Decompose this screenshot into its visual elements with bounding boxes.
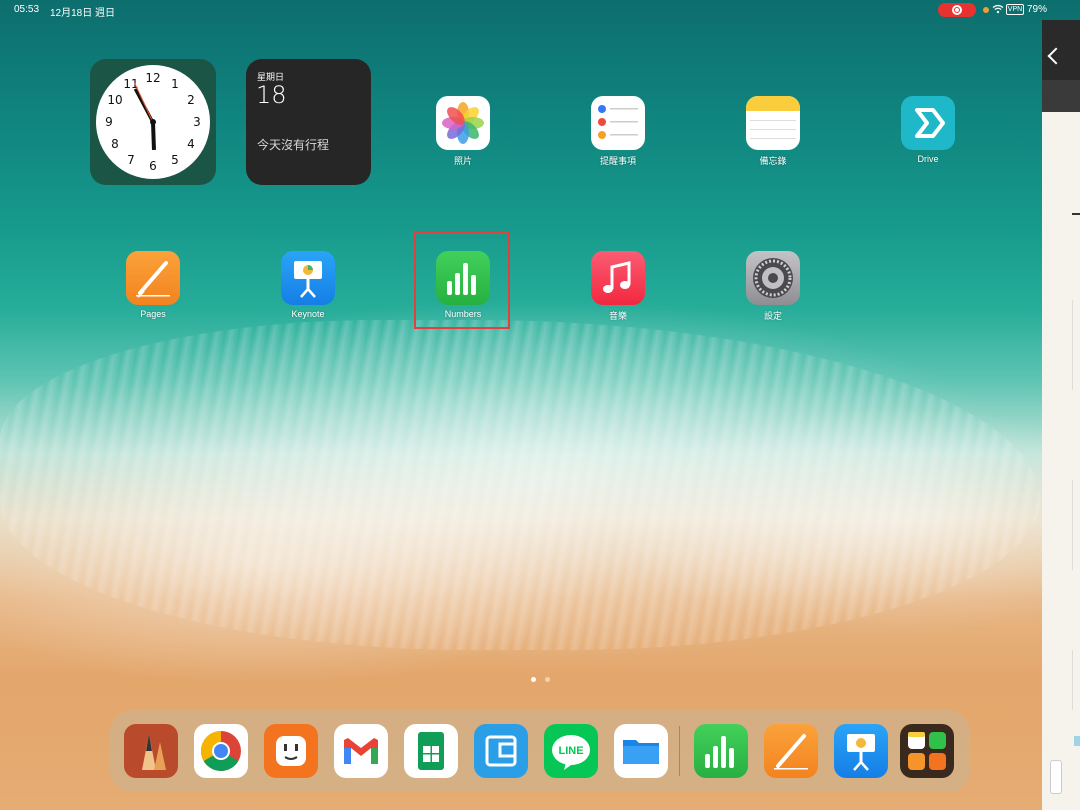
app-notes[interactable]: 備忘錄 bbox=[733, 96, 813, 176]
calendar-day: 18 bbox=[256, 81, 287, 109]
app-settings[interactable]: 設定 bbox=[733, 251, 813, 331]
clock-number: 8 bbox=[111, 137, 119, 151]
highlight-box bbox=[414, 231, 510, 329]
app-pages[interactable]: Pages bbox=[113, 251, 193, 331]
dock: LINE bbox=[110, 710, 970, 792]
clock-face: 12 1 2 3 4 5 6 7 8 9 10 11 bbox=[96, 65, 210, 179]
calendar-events: 今天沒有行程 bbox=[257, 138, 330, 152]
numbers-icon[interactable] bbox=[694, 724, 748, 778]
clock-second-hand bbox=[133, 81, 154, 123]
slide-over-panel[interactable] bbox=[1042, 20, 1080, 810]
clock-number: 3 bbox=[193, 115, 201, 129]
clock-number: 4 bbox=[187, 137, 195, 151]
page-dot[interactable] bbox=[545, 677, 550, 682]
app-label: 音樂 bbox=[608, 311, 627, 321]
clock-widget[interactable]: 12 1 2 3 4 5 6 7 8 9 10 11 bbox=[90, 59, 216, 185]
status-date: 12月18日 週日 bbox=[50, 8, 116, 19]
clock-number: 10 bbox=[107, 93, 123, 107]
outlet-icon[interactable] bbox=[264, 724, 318, 778]
wifi-icon bbox=[992, 4, 1004, 14]
slide-over-header bbox=[1042, 20, 1080, 80]
app-keynote[interactable]: Keynote bbox=[268, 251, 348, 331]
reminders-icon bbox=[591, 96, 645, 150]
sketch-pencil-icon[interactable] bbox=[124, 724, 178, 778]
clock-number: 1 bbox=[171, 77, 179, 91]
app-drive[interactable]: Drive bbox=[888, 96, 968, 176]
line-logo-text: LINE bbox=[558, 745, 583, 757]
slide-over-toolbar bbox=[1042, 80, 1080, 112]
clock-hour-hand bbox=[151, 121, 156, 151]
slide-over-column-line bbox=[1072, 650, 1080, 710]
app-label: Drive bbox=[917, 154, 939, 164]
photos-icon bbox=[436, 96, 490, 150]
slide-over-divider bbox=[1072, 213, 1080, 215]
dock-divider bbox=[679, 726, 680, 776]
status-time: 05:53 bbox=[14, 4, 40, 15]
pages-icon bbox=[126, 251, 180, 305]
app-label: Pages bbox=[140, 309, 166, 319]
app-label: 照片 bbox=[453, 156, 472, 166]
slide-over-tag bbox=[1074, 736, 1080, 746]
keynote-icon bbox=[281, 251, 335, 305]
slide-over-handle[interactable] bbox=[1050, 760, 1062, 794]
pages-icon[interactable] bbox=[764, 724, 818, 778]
app-label: Keynote bbox=[291, 309, 325, 319]
chrome-icon[interactable] bbox=[194, 724, 248, 778]
screen-recording-indicator[interactable] bbox=[938, 3, 976, 17]
clock-number: 6 bbox=[149, 159, 157, 173]
microphone-indicator-icon bbox=[983, 7, 989, 13]
clock-number: 7 bbox=[127, 153, 135, 167]
app-label: 提醒事項 bbox=[599, 156, 636, 166]
app-reminders[interactable]: 提醒事項 bbox=[578, 96, 658, 176]
keynote-icon[interactable] bbox=[834, 724, 888, 778]
clock-number: 9 bbox=[105, 115, 113, 129]
page-dot-active[interactable] bbox=[531, 677, 536, 682]
battery-percentage: 79% bbox=[1027, 4, 1048, 15]
vpn-badge: VPN bbox=[1006, 4, 1024, 15]
status-bar: 05:53 12月18日 週日 VPN 79% bbox=[0, 0, 1080, 20]
clock-number: 5 bbox=[171, 153, 179, 167]
record-icon bbox=[952, 5, 962, 15]
wallet-icon[interactable] bbox=[474, 724, 528, 778]
slide-over-column-line bbox=[1072, 480, 1080, 570]
app-label: 備忘錄 bbox=[759, 156, 787, 166]
clock-number: 2 bbox=[187, 93, 195, 107]
calendar-widget[interactable]: 星期日 18 今天沒有行程 bbox=[246, 59, 371, 185]
slide-over-column-line bbox=[1072, 300, 1080, 390]
line-icon[interactable]: LINE bbox=[544, 724, 598, 778]
files-icon[interactable] bbox=[614, 724, 668, 778]
google-sheets-icon[interactable] bbox=[404, 724, 458, 778]
app-music[interactable]: 音樂 bbox=[578, 251, 658, 331]
gmail-icon[interactable] bbox=[334, 724, 388, 778]
app-library-icon[interactable] bbox=[900, 724, 954, 778]
music-icon bbox=[591, 251, 645, 305]
clock-center bbox=[150, 119, 156, 125]
clock-number: 12 bbox=[145, 71, 161, 85]
notes-icon bbox=[746, 96, 800, 150]
app-photos[interactable]: 照片 bbox=[423, 96, 503, 176]
settings-icon bbox=[746, 251, 800, 305]
drive-icon bbox=[901, 96, 955, 150]
app-label: 設定 bbox=[763, 311, 782, 321]
